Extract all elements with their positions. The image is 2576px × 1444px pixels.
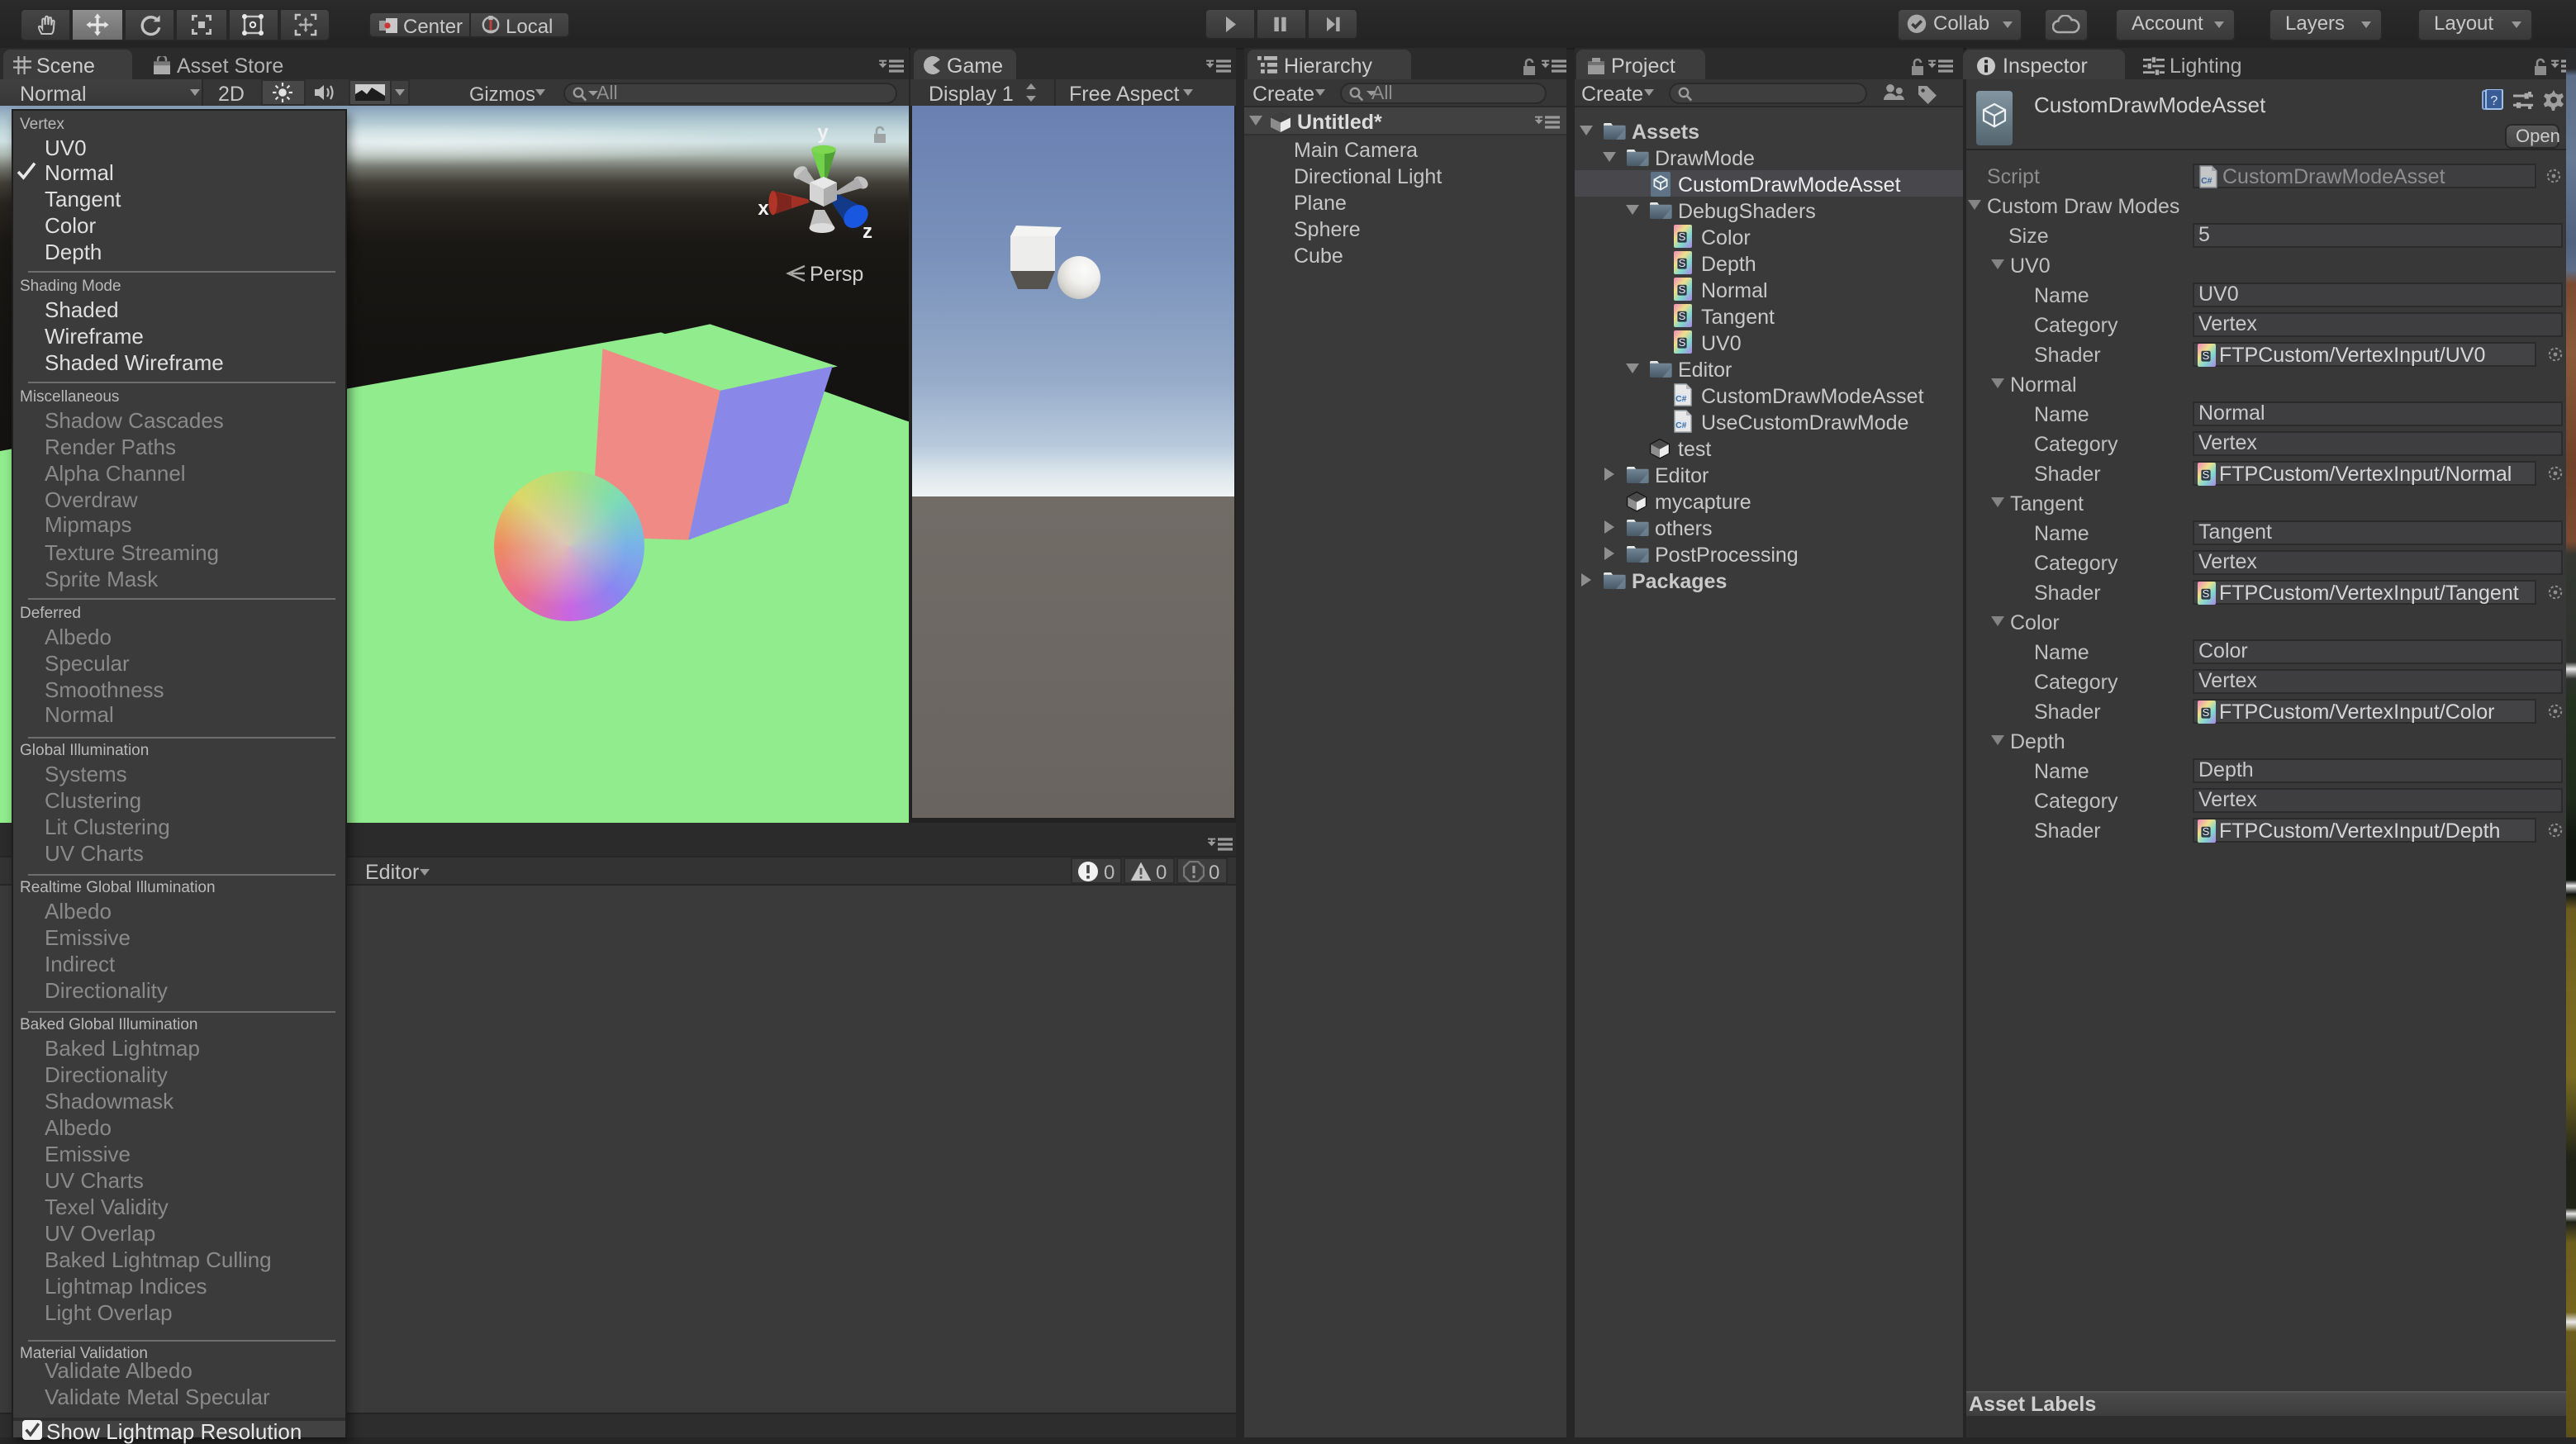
- svg-text:x: x: [758, 197, 769, 220]
- svg-text:S: S: [2202, 705, 2209, 718]
- svg-text:z: z: [863, 221, 872, 243]
- svg-text:S: S: [2202, 349, 2209, 361]
- svg-text:C#: C#: [1675, 395, 1687, 404]
- svg-text:S: S: [1679, 310, 1686, 322]
- svg-text:y: y: [817, 121, 829, 144]
- svg-text:?: ?: [2490, 94, 2498, 108]
- svg-text:S: S: [1679, 257, 1686, 269]
- svg-text:S: S: [1679, 336, 1686, 349]
- svg-text:C#: C#: [2200, 176, 2212, 185]
- svg-text:S: S: [1679, 283, 1686, 296]
- svg-text:S: S: [2202, 468, 2209, 480]
- svg-text:S: S: [1679, 230, 1686, 243]
- svg-text:S: S: [2202, 824, 2209, 837]
- svg-text:S: S: [2202, 587, 2209, 599]
- svg-text:C#: C#: [1675, 421, 1687, 430]
